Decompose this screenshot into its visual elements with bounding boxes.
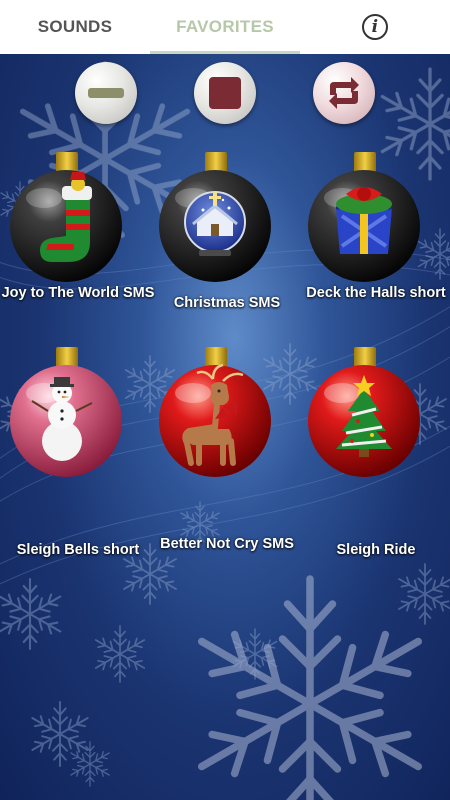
ornament-label: Christmas SMS	[173, 295, 281, 311]
snow-globe-church-icon	[184, 191, 246, 256]
sound-ornament-sleigh-ride[interactable]: Sleigh Ride	[302, 345, 450, 558]
sound-ornament-better-not-cry[interactable]: Better Not Cry SMS	[153, 345, 301, 552]
tab-sounds[interactable]: SOUNDS	[0, 0, 150, 54]
sound-ornament-sleigh-bells[interactable]: Sleigh Bells short	[4, 345, 152, 558]
sound-ornament-joy-to-the-world[interactable]: Joy to The World SMS	[2, 150, 154, 350]
ornament-label: Deck the Halls short	[306, 285, 446, 301]
stop-button[interactable]	[194, 62, 256, 124]
stop-icon	[209, 77, 241, 109]
ornament-label: Joy to The World SMS	[1, 285, 155, 301]
sound-board: Joy to The World SMS Christmas SMS Deck …	[0, 54, 450, 800]
remove-favorite-button[interactable]	[75, 62, 137, 124]
sound-ornament-deck-the-halls[interactable]: Deck the Halls short	[302, 150, 450, 350]
reindeer-icon	[182, 363, 244, 466]
tab-favorites[interactable]: FAVORITES	[150, 0, 300, 54]
sound-ornament-christmas-sms[interactable]: Christmas SMS	[153, 150, 301, 350]
minus-icon	[88, 88, 124, 98]
ornament-label: Sleigh Bells short	[16, 542, 140, 558]
christmas-tree-icon	[336, 375, 392, 457]
snowman-icon	[31, 377, 93, 461]
repeat-icon	[329, 77, 359, 109]
gift-box-icon	[336, 187, 392, 254]
repeat-button[interactable]	[313, 62, 375, 124]
ornament-label: Better Not Cry SMS	[160, 536, 294, 552]
stocking-icon	[40, 172, 92, 262]
info-icon: i	[362, 14, 388, 40]
ornament-label: Sleigh Ride	[336, 542, 416, 558]
info-button[interactable]: i	[300, 0, 450, 54]
tab-bar: SOUNDS FAVORITES i	[0, 0, 450, 54]
